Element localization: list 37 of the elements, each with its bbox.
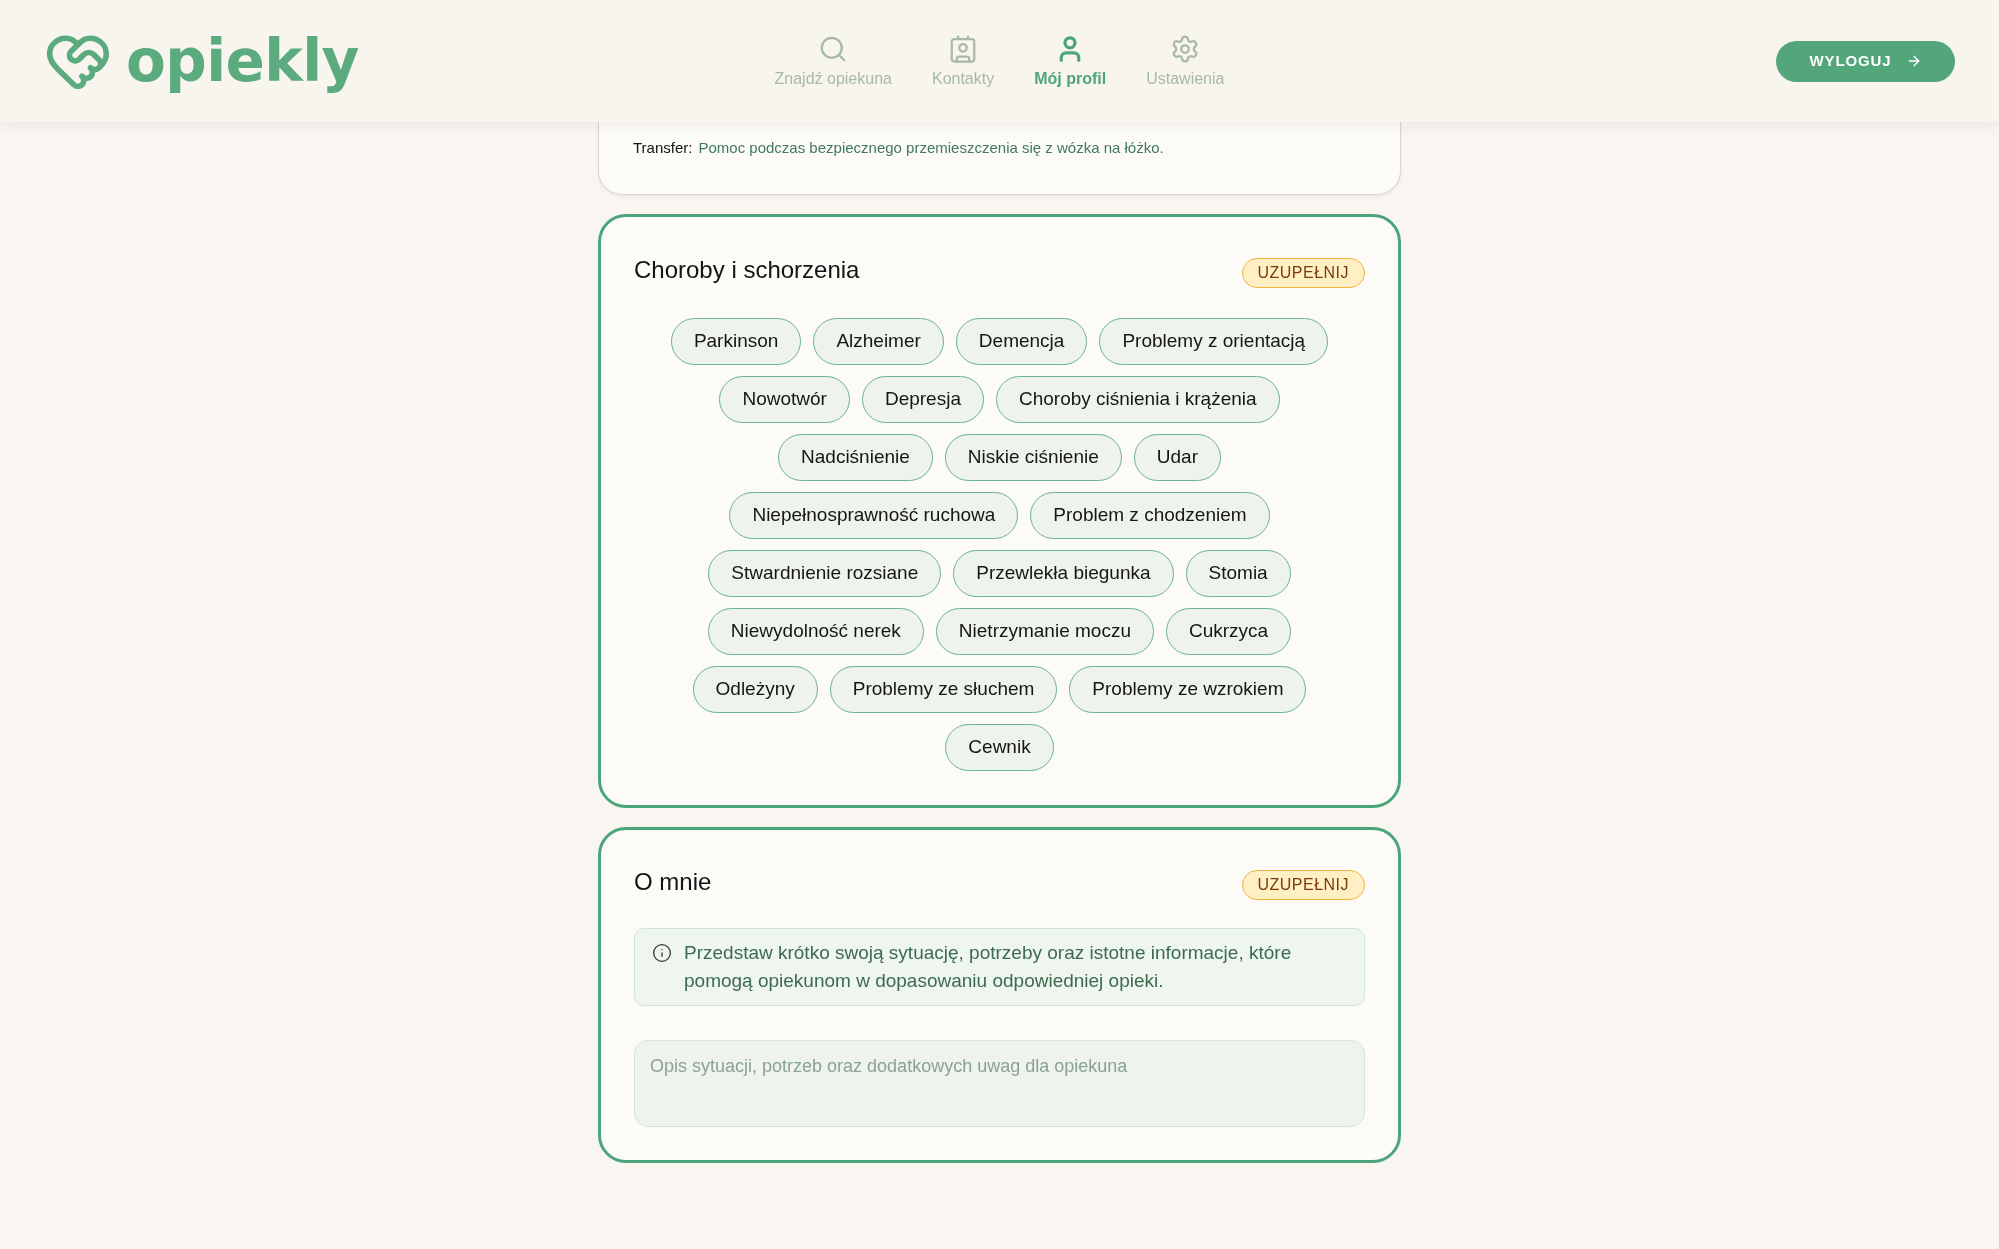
nav-tab[interactable]: Ustawienia [1146, 33, 1225, 89]
detail-value: Pomoc podczas bezpiecznego przemieszczenia się z wózka na łóżko. [698, 138, 1164, 158]
status-badge: UZUPEŁNIJ [1241, 870, 1365, 900]
section-title: Choroby i schorzenia [634, 255, 860, 285]
condition-tag: Niewydolność nerek [707, 608, 924, 655]
condition-tag: Niepełnosprawność ruchowa [729, 492, 1019, 539]
condition-tag: Udar [1133, 434, 1221, 481]
nav-tab[interactable]: Znajdź opiekuna [774, 33, 892, 89]
condition-tag: Cukrzyca [1165, 608, 1292, 655]
condition-tag: Demencja [955, 318, 1088, 365]
condition-tag: Alzheimer [813, 318, 944, 365]
condition-tag: Parkinson [670, 318, 802, 365]
condition-tag: Stomia [1185, 550, 1291, 597]
condition-tag: Problemy ze wzrokiem [1069, 666, 1307, 713]
nav-tab[interactable]: Mój profil [1034, 33, 1107, 89]
description-textarea[interactable]: Opis sytuacji, potrzeb oraz dodatkowych uwag dla opiekuna [634, 1040, 1365, 1127]
condition-tag: Nowotwór [719, 376, 850, 423]
condition-tag: Nietrzymanie moczu [935, 608, 1154, 655]
condition-tag: Problemy z orientacją [1099, 318, 1329, 365]
condition-tag: Problemy ze słuchem [829, 666, 1058, 713]
nav-tab[interactable]: Kontakty [931, 33, 995, 89]
condition-tag: Stwardnienie rozsiane [708, 550, 942, 597]
info-icon [652, 943, 672, 963]
condition-tag: Problem z chodzeniem [1030, 492, 1270, 539]
condition-tag: Choroby ciśnienia i krążenia [995, 376, 1280, 423]
logo-wordmark: opiekly [126, 26, 359, 96]
condition-tag: Nadciśnienie [778, 434, 933, 481]
condition-tag: Depresja [861, 376, 984, 423]
logout-button[interactable]: WYLOGUJ [1776, 40, 1955, 82]
info-text: Przedstaw krótko swoją sytuację, potrzeby oraz istotne informacje, które pomogą opiekunom w dopasowaniu odpowiedniej opieki. [684, 941, 1293, 993]
condition-tag: Przewlekła biegunka [953, 550, 1174, 597]
detail-label: Transfer: [633, 138, 693, 158]
section-title: O mnie [634, 867, 712, 897]
condition-tag: Niskie ciśnienie [944, 434, 1122, 481]
condition-tag: Cewnik [945, 724, 1054, 771]
condition-tag: Odleżyny [692, 666, 818, 713]
status-badge: UZUPEŁNIJ [1241, 258, 1365, 288]
